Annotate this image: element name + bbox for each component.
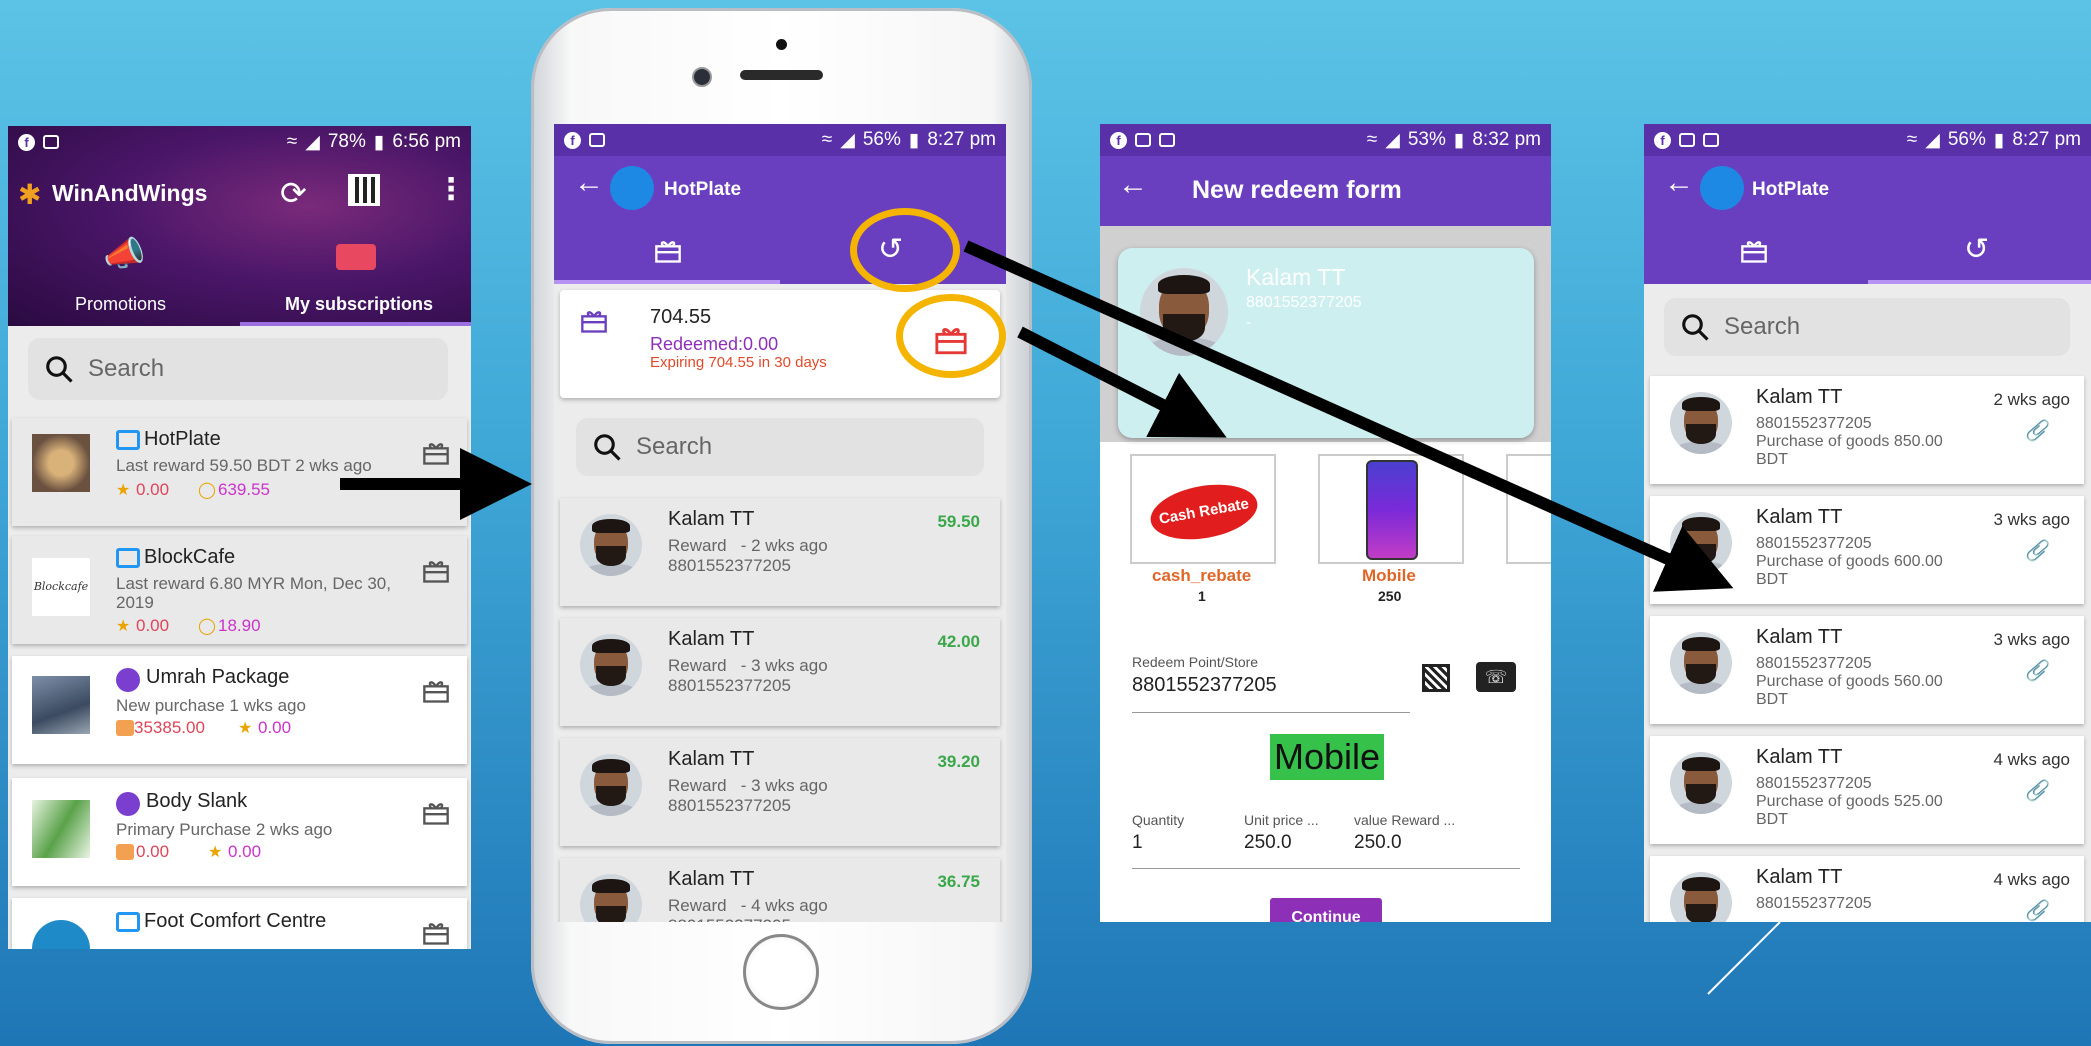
arrow-to-history (963, 240, 1734, 592)
decorative-line (1707, 921, 1781, 995)
arrow-to-redeem-form (1017, 326, 1227, 438)
annotation-arrows (340, 240, 1781, 995)
